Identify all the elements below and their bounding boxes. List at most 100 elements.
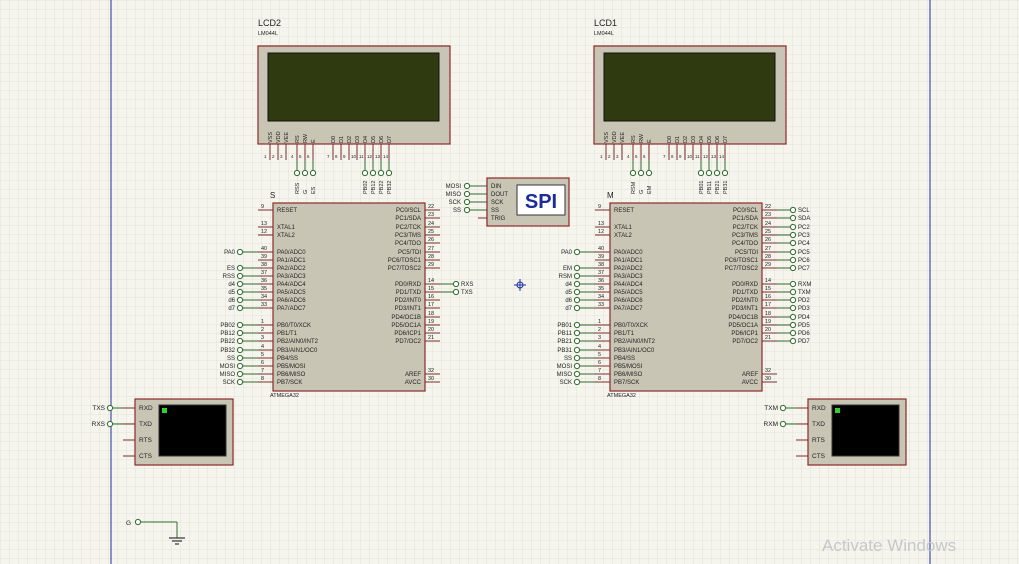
lcd_left-net-probe[interactable] [377, 169, 385, 177]
lcd_right-pin-num: 11 [695, 154, 700, 159]
lcd_left-net-probe[interactable] [301, 169, 309, 177]
mcu_right-net-probe[interactable] [573, 272, 581, 280]
spi-net-probe[interactable] [463, 198, 471, 206]
lcd_left-net-probe[interactable] [369, 169, 377, 177]
mcu_right-rnet-probe[interactable] [789, 304, 797, 312]
mcu_right-net-probe[interactable] [573, 321, 581, 329]
lcd_right-net-probe[interactable] [721, 169, 729, 177]
mcu_right-pin-name: XTAL1 [614, 225, 633, 231]
mcu_right-net-probe[interactable] [573, 329, 581, 337]
mcu_left-rnet-probe[interactable] [452, 280, 460, 288]
lcd_right-net-probe[interactable] [645, 169, 653, 177]
mcu_right-pin-num: 33 [598, 302, 604, 308]
mcu_left-part: ATMEGA32 [270, 393, 299, 399]
mcu_right-rnet-probe[interactable] [789, 329, 797, 337]
mcu_right-rnet-probe[interactable] [789, 239, 797, 247]
mcu_right-pin-num: 13 [598, 221, 604, 227]
mcu_left-net-probe[interactable] [236, 264, 244, 272]
lcd_left-net-probe[interactable] [309, 169, 317, 177]
mcu_left-rpin-name: PC7/TOSC2 [388, 266, 422, 272]
spi-title: SPI [525, 191, 557, 213]
mcu_right-net-probe[interactable] [573, 280, 581, 288]
mcu_right-rnet-probe[interactable] [789, 313, 797, 321]
mcu_left-net-probe[interactable] [236, 248, 244, 256]
mcu_left-net-probe[interactable] [236, 321, 244, 329]
mcu_left-rpin-name: PD6/ICP1 [394, 331, 421, 337]
mcu_left-net-probe[interactable] [236, 346, 244, 354]
mcu_right-net-probe[interactable] [573, 264, 581, 272]
mcu_left-net-probe[interactable] [236, 378, 244, 386]
mcu_left-pin-num: 8 [261, 376, 264, 382]
mcu_right-net-probe[interactable] [573, 354, 581, 362]
lcd_right-net-probe[interactable] [629, 169, 637, 177]
mcu_right-pin-name: PB0/T0/XCK [614, 323, 648, 329]
spi-net-probe[interactable] [463, 182, 471, 190]
lcd_left-net-probe[interactable] [293, 169, 301, 177]
mcu_left-net-probe[interactable] [236, 304, 244, 312]
lcd_left-net-probe[interactable] [385, 169, 393, 177]
mcu_left-rpin-name: PC1/SDA [395, 216, 421, 222]
mcu_right-rnet-probe[interactable] [789, 256, 797, 264]
mcu_left-rnet-probe[interactable] [452, 288, 460, 296]
lcd_left-net-probe[interactable] [361, 169, 369, 177]
mcu_left-net-probe[interactable] [236, 296, 244, 304]
mcu_right-net-probe[interactable] [573, 370, 581, 378]
terminal_left-net-label: TXS [92, 405, 105, 412]
mcu_left-rpin-name: PD2/INT0 [395, 298, 422, 304]
mcu_right-net-probe[interactable] [573, 362, 581, 370]
mcu_right-net-probe[interactable] [573, 304, 581, 312]
terminal_right-net-probe[interactable] [779, 420, 787, 428]
mcu_left-net-probe[interactable] [236, 280, 244, 288]
mcu_right-rnet-probe[interactable] [789, 264, 797, 272]
mcu_right-net-probe[interactable] [573, 248, 581, 256]
mcu_right-pin-num: 6 [598, 360, 601, 366]
mcu_right-rnet-probe[interactable] [789, 296, 797, 304]
mcu_left-net-probe[interactable] [236, 337, 244, 345]
lcd_right-net-probe[interactable] [705, 169, 713, 177]
mcu_right-net-probe[interactable] [573, 378, 581, 386]
mcu_right-rnet-probe[interactable] [789, 206, 797, 214]
ground-probe[interactable] [134, 518, 142, 526]
mcu_left-net-probe[interactable] [236, 362, 244, 370]
schematic-canvas[interactable]: LCD2 LM044L VSS 1 VDD 2 VEE 3 RS 4 RW 5 E 6 D0 7 D1 8 D2 9 D… [0, 0, 1019, 564]
mcu_left-net-probe[interactable] [236, 354, 244, 362]
terminal_left-net-probe[interactable] [106, 404, 114, 412]
mcu_right-ref: M [607, 191, 614, 200]
mcu_right-net-probe[interactable] [573, 346, 581, 354]
mcu_right-rnet-probe[interactable] [789, 280, 797, 288]
lcd_left-pin-name: D6 [379, 136, 385, 143]
mcu_right-net-probe[interactable] [573, 296, 581, 304]
mcu_right-rnet-probe[interactable] [789, 231, 797, 239]
lcd_right-pin-name: D4 [699, 136, 705, 143]
spi-net-label: SCK [449, 200, 461, 206]
mcu_right-rnet-probe[interactable] [789, 248, 797, 256]
lcd_right-net-probe[interactable] [697, 169, 705, 177]
mcu_right-rpin-name: PD4/OC1B [728, 315, 758, 321]
mcu_right-rpin-name: PC4/TDO [732, 241, 758, 247]
mcu_left-net-label: PB12 [220, 331, 235, 337]
terminal_left-net-probe[interactable] [106, 420, 114, 428]
mcu_left-net-probe[interactable] [236, 288, 244, 296]
mcu_right-rnet-probe[interactable] [789, 288, 797, 296]
mcu_right-rnet-probe[interactable] [789, 321, 797, 329]
mcu_right-rnet-probe[interactable] [789, 214, 797, 222]
lcd_right-pin-name: VDD [612, 131, 618, 143]
mcu_right-pin-name: PB7/SCK [614, 380, 639, 386]
lcd_right-title: LCD1 [594, 18, 617, 28]
mcu_left-pin-num: 9 [261, 204, 264, 210]
lcd_right-net-probe[interactable] [637, 169, 645, 177]
spi-net-probe[interactable] [463, 206, 471, 214]
mcu_right-rnet-probe[interactable] [789, 223, 797, 231]
mcu_right-net-label: SS [564, 356, 572, 362]
mcu_right-rnet-probe[interactable] [789, 337, 797, 345]
terminal_right-net-probe[interactable] [779, 404, 787, 412]
mcu_left-net-probe[interactable] [236, 329, 244, 337]
lcd_right-net-probe[interactable] [713, 169, 721, 177]
mcu_right-net-probe[interactable] [573, 337, 581, 345]
mcu_right-net-label: PB31 [557, 348, 572, 354]
mcu_left-net-probe[interactable] [236, 272, 244, 280]
mcu_right-net-probe[interactable] [573, 288, 581, 296]
mcu_left-net-probe[interactable] [236, 370, 244, 378]
spi-net-probe[interactable] [463, 190, 471, 198]
mcu_right-rpin-num: 20 [765, 327, 771, 333]
